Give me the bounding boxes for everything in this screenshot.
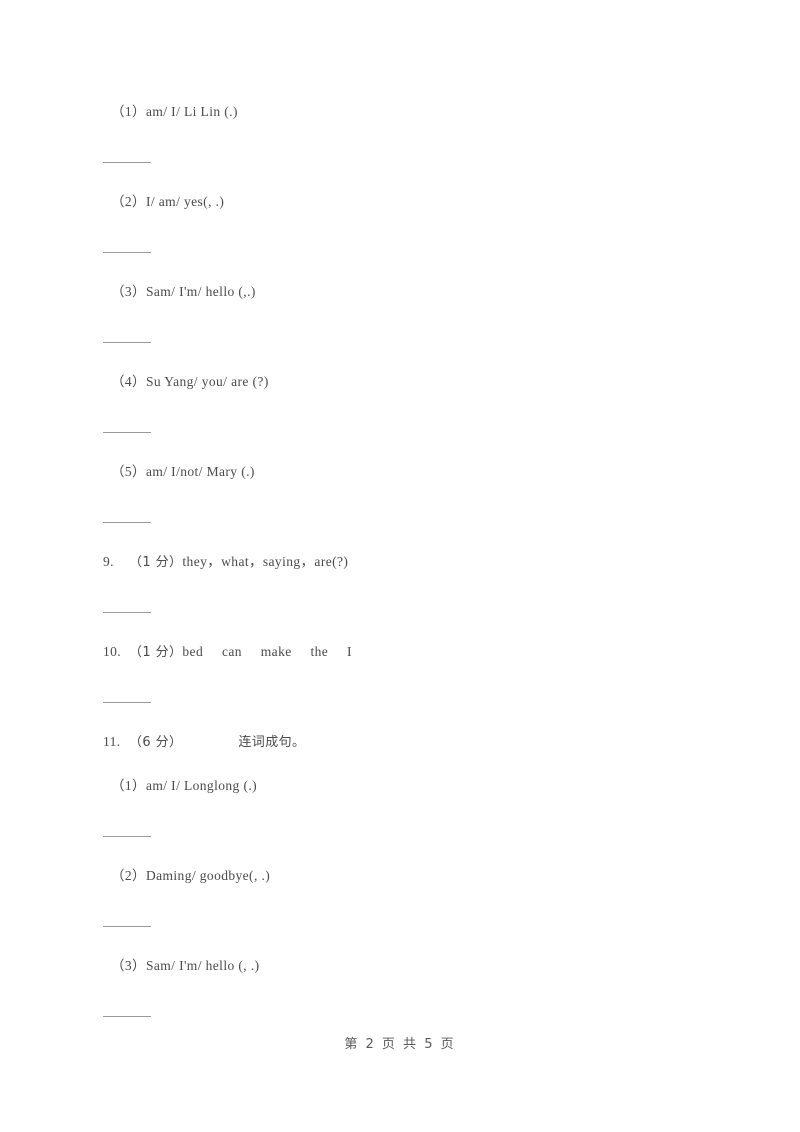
question-item: 9. （1 分）they，what，saying，are(?) bbox=[103, 554, 348, 576]
question-sub-item: （2）I/ am/ yes(, .) bbox=[107, 194, 224, 216]
question-sub-text: （2）Daming/ goodbye(, .) bbox=[111, 868, 271, 883]
question-sub-item: （3）Sam/ I'm/ hello (,.) bbox=[107, 284, 256, 306]
question-sub-item: （3）Sam/ I'm/ hello (, .) bbox=[107, 958, 260, 980]
answer-blank-line[interactable] bbox=[103, 342, 151, 343]
answer-blank-line[interactable] bbox=[103, 252, 151, 253]
answer-blank-line[interactable] bbox=[103, 702, 151, 703]
question-sub-item: （4）Su Yang/ you/ are (?) bbox=[107, 374, 269, 396]
question-number: 11. bbox=[103, 734, 121, 749]
question-sub-item: （2）Daming/ goodbye(, .) bbox=[107, 868, 270, 890]
question-sub-item: （5）am/ I/not/ Mary (.) bbox=[107, 464, 255, 486]
answer-blank-line[interactable] bbox=[103, 612, 151, 613]
question-score: （1 分） bbox=[129, 555, 183, 570]
question-item: 10. （1 分）bed can make the I bbox=[103, 644, 352, 666]
page-footer: 第 2 页 共 5 页 bbox=[344, 1037, 456, 1052]
question-text: 连词成句。 bbox=[238, 735, 306, 750]
answer-blank-line[interactable] bbox=[103, 432, 151, 433]
question-number: 10. bbox=[103, 644, 122, 659]
question-number: 9. bbox=[103, 554, 114, 569]
question-sub-item: （1）am/ I/ Li Lin (.) bbox=[107, 104, 238, 126]
question-text: they，what，saying，are(?) bbox=[182, 554, 349, 569]
question-sub-text: （3）Sam/ I'm/ hello (, .) bbox=[111, 958, 260, 973]
question-sub-item: （1）am/ I/ Longlong (.) bbox=[107, 778, 257, 800]
question-sub-text: （4）Su Yang/ you/ are (?) bbox=[111, 374, 269, 389]
answer-blank-line[interactable] bbox=[103, 926, 151, 927]
question-sub-text: （5）am/ I/not/ Mary (.) bbox=[111, 464, 255, 479]
question-score: （6 分） bbox=[129, 735, 183, 750]
document-page: （1）am/ I/ Li Lin (.) （2）I/ am/ yes(, .) （3… bbox=[0, 0, 800, 1132]
answer-blank-line[interactable] bbox=[103, 522, 151, 523]
question-item: 11. （6 分） 连词成句。 bbox=[103, 734, 305, 756]
answer-blank-line[interactable] bbox=[103, 162, 151, 163]
question-score: （1 分） bbox=[129, 645, 183, 660]
question-sub-text: （3）Sam/ I'm/ hello (,.) bbox=[111, 284, 256, 299]
answer-blank-line[interactable] bbox=[103, 1016, 151, 1017]
question-sub-text: （1）am/ I/ Li Lin (.) bbox=[111, 104, 238, 119]
question-sub-text: （1）am/ I/ Longlong (.) bbox=[111, 778, 258, 793]
answer-blank-line[interactable] bbox=[103, 836, 151, 837]
question-text: bed can make the I bbox=[182, 644, 352, 659]
question-sub-text: （2）I/ am/ yes(, .) bbox=[111, 194, 225, 209]
